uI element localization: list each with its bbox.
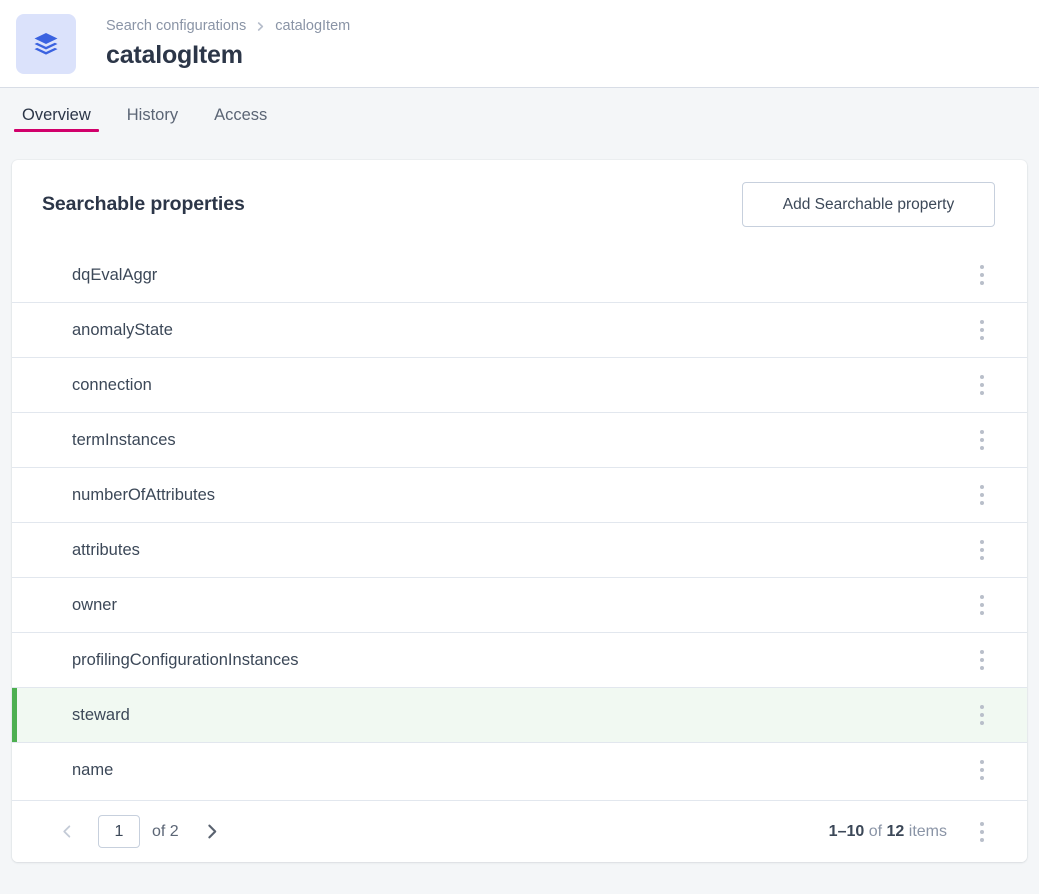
property-name: steward [72,706,130,724]
pagination-summary: 1–10 of 12 items [829,812,1009,852]
tab-history-label: History [126,106,179,124]
table-row[interactable]: attributes [12,522,1027,577]
page-number-input[interactable] [98,815,140,848]
layers-icon [31,29,61,59]
kebab-menu-icon[interactable] [967,310,997,350]
tab-access[interactable]: Access [204,88,277,137]
table-row[interactable]: name [12,742,1027,797]
table-row[interactable]: termInstances [12,412,1027,467]
item-of-word: of [868,822,883,840]
tab-overview-label: Overview [22,106,91,124]
page-header: Search configurations catalogItem catalo… [0,0,1039,88]
property-name: connection [72,376,152,394]
breadcrumb-current: catalogItem [275,18,351,34]
tab-access-label: Access [214,106,268,124]
add-searchable-property-button[interactable]: Add Searchable property [742,182,995,227]
property-name: termInstances [72,431,176,449]
chevron-right-icon [255,21,266,32]
kebab-menu-icon[interactable] [967,640,997,680]
kebab-menu-icon[interactable] [967,420,997,460]
item-items-word: items [908,822,947,840]
property-name: owner [72,596,117,614]
kebab-menu-icon[interactable] [967,255,997,295]
tab-history[interactable]: History [117,88,188,137]
table-row[interactable]: owner [12,577,1027,632]
card-title: Searchable properties [42,193,245,215]
tab-bar: Overview History Access [0,88,1039,152]
tab-overview[interactable]: Overview [12,88,101,137]
searchable-properties-list: dqEvalAggr anomalyState connection termI… [12,247,1027,800]
header-text-block: Search configurations catalogItem catalo… [106,17,350,70]
card-header: Searchable properties Add Searchable pro… [12,160,1027,247]
item-total: 12 [886,822,905,840]
item-count-label: 1–10 of 12 items [829,823,947,841]
kebab-menu-icon[interactable] [967,812,997,852]
table-row[interactable]: dqEvalAggr [12,247,1027,302]
property-name: numberOfAttributes [72,486,216,504]
item-range: 1–10 [828,822,865,840]
kebab-menu-icon[interactable] [967,750,997,790]
app-icon-tile [16,13,76,74]
property-name: name [72,761,114,779]
table-row[interactable]: anomalyState [12,302,1027,357]
table-row-selected[interactable]: steward [12,687,1027,742]
table-row[interactable]: profilingConfigurationInstances [12,632,1027,687]
property-name: anomalyState [72,321,173,339]
kebab-menu-icon[interactable] [967,695,997,735]
searchable-properties-card: Searchable properties Add Searchable pro… [12,160,1027,862]
table-row[interactable]: numberOfAttributes [12,467,1027,522]
property-name: profilingConfigurationInstances [72,651,299,669]
pagination-bar: of 2 1–10 of 12 items [12,800,1027,862]
property-name: dqEvalAggr [72,265,158,284]
pagination-controls: of 2 [52,815,227,848]
breadcrumb-parent-link[interactable]: Search configurations [106,17,246,35]
kebab-menu-icon[interactable] [967,475,997,515]
kebab-menu-icon[interactable] [967,585,997,625]
chevron-right-icon[interactable] [197,817,227,847]
kebab-menu-icon[interactable] [967,365,997,405]
property-name: attributes [72,541,140,559]
table-row[interactable]: connection [12,357,1027,412]
kebab-menu-icon[interactable] [967,530,997,570]
page-title: catalogItem [106,41,243,69]
chevron-left-icon[interactable] [52,817,82,847]
page-total-label: of 2 [152,822,179,840]
breadcrumb: Search configurations catalogItem [106,17,350,35]
